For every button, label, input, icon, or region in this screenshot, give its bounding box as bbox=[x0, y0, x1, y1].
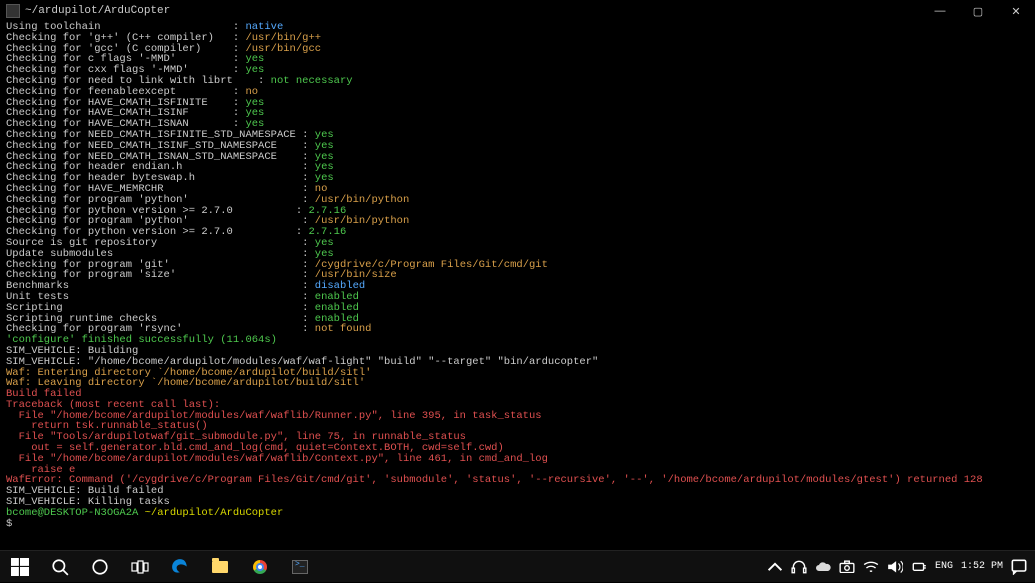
maximize-button[interactable]: ▢ bbox=[959, 0, 997, 22]
start-button[interactable] bbox=[0, 551, 40, 583]
chrome-icon bbox=[253, 560, 267, 574]
terminal-line: bcome@DESKTOP-N3OGA2A ~/ardupilot/ArduCo… bbox=[6, 508, 1029, 519]
cortana-button[interactable] bbox=[80, 551, 120, 583]
edge-browser-button[interactable] bbox=[160, 551, 200, 583]
window-controls: — ▢ ✕ bbox=[921, 0, 1035, 22]
taskbar-right: ENG 1:52 PM bbox=[767, 551, 1035, 582]
title-bar-left: ~/ardupilot/ArduCopter bbox=[6, 4, 170, 18]
taskbar-left bbox=[0, 551, 320, 582]
folder-icon bbox=[212, 561, 228, 573]
window-title: ~/ardupilot/ArduCopter bbox=[25, 5, 170, 17]
language-indicator[interactable]: ENG bbox=[935, 561, 953, 572]
terminal-line: $ bbox=[6, 519, 1029, 530]
notifications-button[interactable] bbox=[1011, 559, 1027, 575]
terminal-output[interactable]: Using toolchain : nativeChecking for 'g+… bbox=[0, 22, 1035, 529]
terminal-line: File "/home/bcome/ardupilot/modules/waf/… bbox=[6, 454, 1029, 465]
camera-icon[interactable] bbox=[839, 559, 855, 575]
chrome-button[interactable] bbox=[240, 551, 280, 583]
power-icon[interactable] bbox=[911, 559, 927, 575]
search-button[interactable] bbox=[40, 551, 80, 583]
wifi-icon[interactable] bbox=[863, 559, 879, 575]
taskbar: ENG 1:52 PM bbox=[0, 550, 1035, 582]
headset-icon[interactable] bbox=[791, 559, 807, 575]
task-view-button[interactable] bbox=[120, 551, 160, 583]
title-bar: ~/ardupilot/ArduCopter — ▢ ✕ bbox=[0, 0, 1035, 22]
onedrive-icon[interactable] bbox=[815, 559, 831, 575]
terminal-app-icon bbox=[6, 4, 20, 18]
show-hidden-icons[interactable] bbox=[767, 559, 783, 575]
volume-icon[interactable] bbox=[887, 559, 903, 575]
terminal-taskbar-button[interactable] bbox=[280, 551, 320, 583]
terminal-icon bbox=[292, 560, 308, 574]
terminal-line: 'configure' finished successfully (11.06… bbox=[6, 335, 1029, 346]
minimize-button[interactable]: — bbox=[921, 0, 959, 22]
file-explorer-button[interactable] bbox=[200, 551, 240, 583]
terminal-line: Waf: Leaving directory `/home/bcome/ardu… bbox=[6, 378, 1029, 389]
clock[interactable]: 1:52 PM bbox=[961, 561, 1003, 572]
close-button[interactable]: ✕ bbox=[997, 0, 1035, 22]
